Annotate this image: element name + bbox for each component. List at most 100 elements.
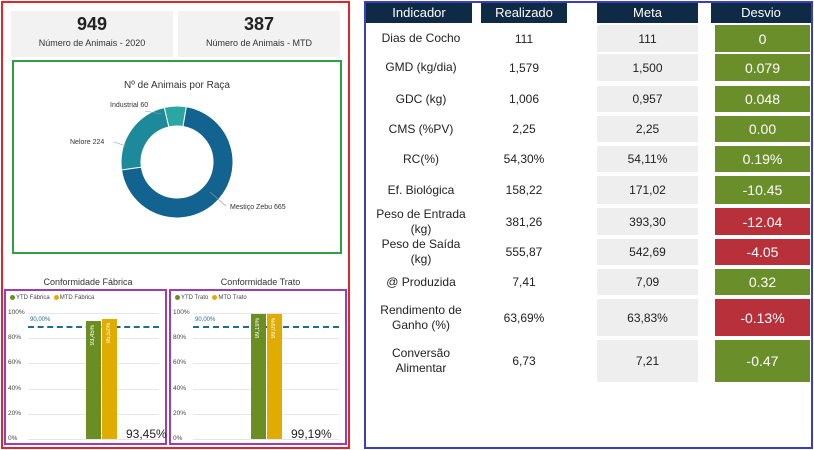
cell-meta: 7,21 (597, 340, 698, 382)
cell-indicador: Dias de Cocho (381, 31, 461, 45)
summary-value: 93,45% (126, 427, 167, 441)
header-meta: Meta (597, 3, 698, 23)
y-tick-label: 40% (8, 384, 22, 392)
cell-meta: 54,11% (597, 146, 698, 172)
cell-meta: 0,957 (597, 86, 698, 112)
y-tick-label: 20% (8, 409, 22, 417)
legend-item[interactable]: MTD Trato (212, 295, 247, 302)
bar-value-label: 99,09% (271, 318, 277, 339)
header-desvio: Desvio (711, 3, 811, 23)
slice-label-mestico-zebu: Mestiço Zebu 665 (230, 204, 286, 211)
cell-desvio: -12.04 (715, 208, 810, 235)
bar-value-label: 93,45% (90, 325, 96, 346)
cell-desvio: -10.45 (715, 176, 810, 204)
cell-realizado: 6,73 (512, 354, 536, 368)
slice-label-nelore: Nelore 224 (70, 139, 105, 146)
cell-desvio: -0.47 (715, 340, 810, 382)
header-indicador: Indicador (366, 3, 472, 23)
donut-chart-card[interactable]: Nº de Animais por Raça Industrial 60 Nel… (12, 60, 342, 254)
legend-label: YTD Fábrica (16, 295, 50, 302)
cell-meta: 111 (597, 25, 698, 52)
y-tick-label: 60% (173, 359, 187, 367)
cell-indicador: RC(%) (403, 151, 439, 166)
cell-desvio: -4.05 (715, 239, 810, 265)
cell-realizado: 63,69% (503, 310, 545, 325)
gridline (193, 388, 339, 390)
donut-slice-nelore[interactable] (120, 106, 170, 171)
cell-realizado: 381,26 (505, 214, 543, 229)
bar-chart-card-fabrica[interactable]: YTD Fábrica MTD Fábrica 100% 80% 60% 40% 20% 0%… (4, 289, 167, 445)
cell-indicador: Rendimento de Ganho (%) (380, 302, 462, 332)
y-tick-label: 0% (173, 435, 183, 442)
cell-desvio: 0.079 (715, 54, 810, 81)
target-label: 90,00% (195, 316, 216, 323)
header-realizado: Realizado (481, 3, 567, 23)
cell-desvio: 0.19% (715, 146, 810, 172)
cell-meta: 171,02 (597, 176, 698, 204)
bar-chart-title-fabrica: Conformidade Fábrica (43, 277, 133, 287)
y-tick-label: 100% (173, 309, 190, 316)
kpi-label: Número de Animais - MTD (205, 38, 313, 48)
y-tick-label: 80% (173, 334, 187, 342)
legend-item[interactable]: MTD Fábrica (53, 295, 95, 302)
cell-realizado: 7,41 (512, 275, 536, 289)
legend-dot-icon (10, 295, 15, 300)
kpi-card-animals-mtd: 387 Número de Animais - MTD (178, 11, 340, 57)
legend-dot-icon (175, 295, 180, 300)
cell-desvio: -0.13% (715, 299, 810, 336)
legend-label: MTD Trato (218, 295, 247, 302)
bar-chart-card-trato[interactable]: YTD Trato MTD Trato 100% 80% 60% 40% 20% 0% 90,0… (169, 289, 347, 445)
cell-desvio: 0.32 (715, 269, 810, 295)
indicator-table: Indicador Realizado Meta Desvio Dias de … (364, 1, 813, 449)
cell-indicador: CMS (%PV) (388, 121, 454, 136)
chart-legend: YTD Fábrica MTD Fábrica (10, 295, 98, 301)
cell-meta: 63,83% (597, 299, 698, 336)
cell-realizado: 2,25 (512, 122, 536, 136)
y-tick-label: 60% (8, 359, 22, 367)
summary-value: 99,19% (291, 427, 332, 441)
gridline (28, 313, 159, 314)
cell-meta: 2,25 (597, 116, 698, 142)
slice-label-industrial: Industrial 60 (110, 102, 149, 109)
legend-dot-icon (212, 295, 218, 300)
cell-indicador: Peso de Entrada (kg) (376, 206, 466, 236)
cell-indicador: @ Produzida (386, 274, 456, 289)
legend-label: MTD Fábrica (59, 295, 95, 302)
cell-indicador: GMD (kg/dia) (385, 60, 457, 74)
kpi-label: Número de Animais - 2020 (38, 38, 146, 48)
cell-realizado: 1,006 (508, 92, 540, 106)
bar-value-label: 95,52% (106, 322, 112, 343)
legend-dot-icon (53, 295, 59, 300)
kpi-value: 949 (76, 14, 108, 34)
cell-realizado: 1,579 (508, 60, 540, 75)
gridline (193, 338, 339, 340)
cell-meta: 1,500 (597, 54, 698, 81)
cell-realizado: 555,87 (505, 245, 543, 259)
cell-desvio: 0 (715, 25, 810, 52)
cell-meta: 542,69 (597, 239, 698, 265)
kpi-value: 387 (243, 14, 275, 34)
cell-indicador: GDC (kg) (395, 91, 447, 106)
legend-item[interactable]: YTD Fábrica (10, 295, 50, 301)
legend-item[interactable]: YTD Trato (175, 295, 208, 301)
legend-label: YTD Trato (181, 295, 209, 302)
cell-meta: 7,09 (597, 269, 698, 295)
y-tick-label: 80% (8, 334, 22, 342)
cell-realizado: 54,30% (503, 152, 545, 166)
target-label: 90,00% (30, 316, 51, 323)
gridline (193, 363, 339, 365)
cell-indicador: Peso de Saída (kg) (381, 237, 461, 266)
cell-realizado: 158,22 (505, 183, 543, 197)
y-tick-label: 20% (173, 409, 187, 417)
cell-desvio: 0.048 (715, 86, 810, 112)
cell-desvio: 0.00 (715, 116, 810, 142)
left-panel: 949 Número de Animais - 2020 387 Número … (1, 1, 350, 449)
donut-chart[interactable] (14, 62, 340, 252)
cell-meta: 393,30 (597, 208, 698, 235)
y-tick-label: 40% (173, 384, 187, 392)
gridline (193, 413, 339, 415)
target-line (193, 325, 339, 328)
chart-legend: YTD Trato MTD Trato (175, 295, 251, 301)
cell-realizado: 111 (514, 31, 534, 46)
bar-chart-title-trato: Conformidade Trato (220, 277, 301, 287)
